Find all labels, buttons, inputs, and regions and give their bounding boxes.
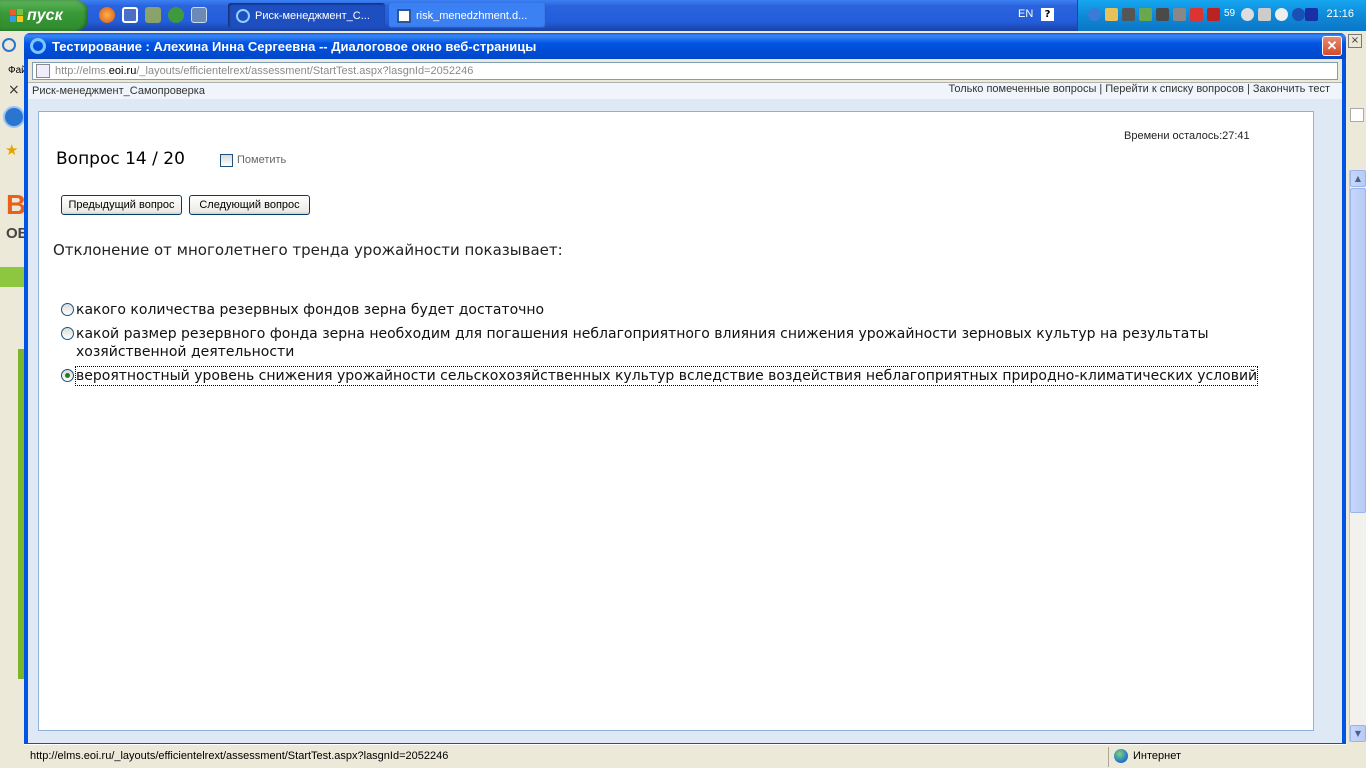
folder-icon[interactable] <box>1105 8 1118 21</box>
volume-icon[interactable] <box>1241 8 1254 21</box>
internet-globe-icon <box>1114 749 1128 763</box>
ie-icon <box>30 38 46 54</box>
answer-text[interactable]: какого количества резервных фондов зерна… <box>76 301 1261 319</box>
windows-flag-icon <box>10 8 24 23</box>
task-label: risk_menedzhment.d... <box>416 9 528 22</box>
dialog-title-bar[interactable]: Тестирование : Алехина Инна Сергеевна --… <box>24 33 1346 59</box>
marked-questions-link[interactable]: Только помеченные вопросы <box>948 83 1096 95</box>
utorrent-icon[interactable] <box>168 7 184 23</box>
monitor-icon[interactable] <box>1156 8 1169 21</box>
address-field[interactable]: http://elms. eoi.ru/_layouts/efficientelr… <box>32 62 1338 80</box>
security-zone: Интернет <box>1133 750 1181 762</box>
close-icon[interactable]: × <box>1348 34 1362 48</box>
mark-label[interactable]: Пометить <box>237 154 286 166</box>
web-dialog-window: Тестирование : Алехина Инна Сергеевна --… <box>24 33 1346 768</box>
dialog-content: Риск-менеджмент_Самопроверка Только поме… <box>28 83 1342 743</box>
answer-option[interactable]: какого количества резервных фондов зерна… <box>61 301 1261 319</box>
clock[interactable]: 21:16 <box>1326 8 1354 20</box>
back-arrow-icon[interactable] <box>3 106 25 128</box>
address-bar: http://elms. eoi.ru/_layouts/efficientelr… <box>28 59 1342 83</box>
app-tray-icon[interactable] <box>1275 8 1288 21</box>
favorites-star-icon[interactable]: ★ <box>5 141 18 159</box>
word-document-icon <box>397 8 411 23</box>
scroll-down-button[interactable]: ▼ <box>1350 725 1366 742</box>
ie-icon <box>2 38 16 52</box>
question-text: Отклонение от многолетнего тренда урожай… <box>53 241 563 259</box>
firefox-icon[interactable] <box>99 7 115 23</box>
mark-checkbox[interactable] <box>220 154 233 167</box>
close-tab-icon: × <box>8 82 20 98</box>
course-header: Риск-менеджмент_Самопроверка Только поме… <box>28 83 1342 99</box>
address-suffix: /_layouts/efficientelrext/assessment/Sta… <box>136 65 474 77</box>
help-icon[interactable]: ? <box>1041 8 1054 21</box>
status-url: http://elms.eoi.ru/_layouts/efficientelr… <box>30 750 449 762</box>
answer-radio-selected[interactable] <box>61 369 74 382</box>
app-tray-icon[interactable] <box>1122 8 1135 21</box>
antivirus-icon[interactable] <box>1190 8 1203 21</box>
language-indicator[interactable]: EN <box>1018 8 1033 20</box>
answer-text[interactable]: вероятностный уровень снижения урожайнос… <box>74 366 1259 386</box>
course-name: Риск-менеджмент_Самопроверка <box>32 85 205 97</box>
page-icon <box>36 64 50 78</box>
save-disk-icon[interactable] <box>122 7 138 23</box>
question-number: Вопрос 14 / 20 <box>56 149 185 169</box>
app-icon[interactable] <box>145 7 161 23</box>
ie-icon <box>236 8 250 23</box>
status-divider <box>1108 747 1109 767</box>
answer-text[interactable]: какой размер резервного фонда зерна необ… <box>76 325 1261 361</box>
system-tray: 59 21:16 <box>1077 0 1366 31</box>
tray-counter[interactable]: 59 <box>1224 8 1235 19</box>
address-domain: eoi.ru <box>108 65 137 77</box>
taskbar-task-word-document[interactable]: risk_menedzhment.d... <box>389 3 546 28</box>
status-bar: http://elms.eoi.ru/_layouts/efficientelr… <box>24 744 1346 768</box>
dialog-title: Тестирование : Алехина Инна Сергеевна --… <box>52 38 537 54</box>
answer-radio[interactable] <box>61 303 74 316</box>
start-label: пуск <box>27 6 63 24</box>
background-scrollbar[interactable]: ▲ ▼ <box>1349 170 1366 742</box>
scroll-thumb[interactable] <box>1350 188 1366 513</box>
link-separator: | <box>1246 83 1250 95</box>
app-tray-icon[interactable] <box>1207 8 1220 21</box>
answer-radio[interactable] <box>61 327 74 340</box>
app-tray-icon[interactable] <box>1258 8 1271 21</box>
address-prefix: http://elms. <box>55 65 109 77</box>
link-separator: | <box>1099 83 1103 95</box>
finish-test-link[interactable]: Закончить тест <box>1253 83 1330 95</box>
next-question-button[interactable]: Следующий вопрос <box>189 195 310 215</box>
previous-question-button[interactable]: Предыдущий вопрос <box>61 195 182 215</box>
app-tray-icon[interactable] <box>1305 8 1318 21</box>
top-links: Только помеченные вопросы | Перейти к спис… <box>948 83 1330 95</box>
scroll-up-button[interactable]: ▲ <box>1350 170 1366 187</box>
task-label: Риск-менеджмент_С... <box>255 9 370 22</box>
toolbar-icon[interactable] <box>1350 108 1364 122</box>
app-tray-icon[interactable] <box>1139 8 1152 21</box>
monitor-icon[interactable] <box>1173 8 1186 21</box>
taskbar: пуск Риск-менеджмент_С... risk_menedzhme… <box>0 0 1366 31</box>
question-list-link[interactable]: Перейти к списку вопросов <box>1105 83 1244 95</box>
answer-option[interactable]: какой размер резервного фонда зерна необ… <box>61 325 1261 361</box>
show-desktop-icon[interactable] <box>191 7 207 23</box>
taskbar-task-risk-management[interactable]: Риск-менеджмент_С... <box>228 3 385 28</box>
network-icon[interactable] <box>1088 8 1101 21</box>
close-button[interactable]: ✕ <box>1322 36 1342 56</box>
bluetooth-icon[interactable] <box>1292 8 1305 21</box>
time-remaining: Времени осталось:27:41 <box>1124 130 1250 142</box>
start-button[interactable]: пуск <box>0 0 88 31</box>
answer-option-selected[interactable]: вероятностный уровень снижения урожайнос… <box>61 366 1291 386</box>
question-panel: Времени осталось:27:41 Вопрос 14 / 20 По… <box>38 111 1314 731</box>
